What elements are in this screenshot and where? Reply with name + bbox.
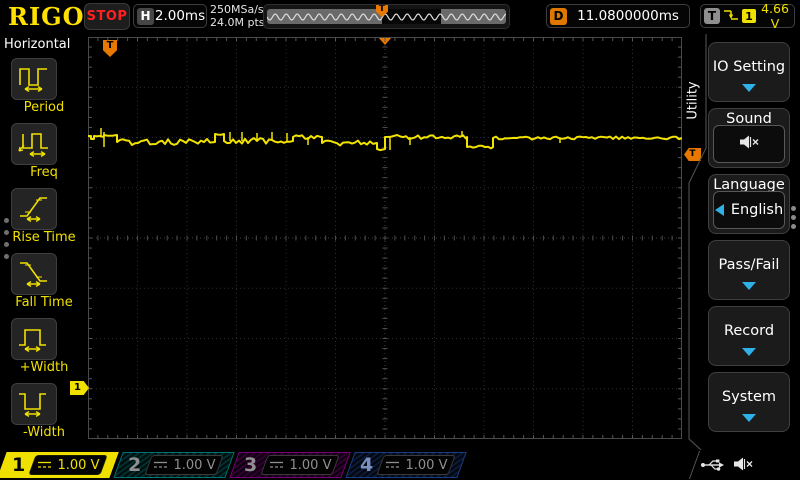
channel-number: 4 (360, 453, 373, 477)
delay-badge: D (550, 8, 567, 25)
menu-tab-utility: Utility (682, 50, 704, 150)
channel-scale-value: 1.00 V (174, 458, 216, 473)
left-page-indicator-dot (4, 254, 9, 259)
waveform-preview-bar[interactable]: T (263, 4, 510, 29)
language-value: English (731, 202, 783, 218)
menu-item-pass-fail[interactable]: Pass/Fail (708, 240, 790, 300)
fall-time-icon (17, 256, 51, 292)
left-menu-button-rise-time[interactable] (11, 188, 57, 230)
oscilloscope-screen: RIGOL STOP H 2.00ms 250MSa/s 24.0M pts T… (0, 0, 800, 480)
plus-width-icon (17, 321, 51, 357)
left-menu-button-period[interactable] (11, 58, 57, 100)
sound-toggle[interactable] (713, 125, 785, 163)
run-state-indicator[interactable]: STOP (84, 3, 130, 30)
left-menu-button--width[interactable] (11, 383, 57, 425)
minus-width-icon (17, 386, 51, 422)
left-menu-button-fall-time[interactable] (11, 253, 57, 295)
trigger-level-value: 4.66 V (756, 1, 794, 31)
statusbar-divider (689, 451, 700, 479)
left-page-indicator-dot (4, 242, 9, 247)
trigger-badge: T (704, 8, 720, 24)
language-selector[interactable]: English (713, 191, 785, 229)
left-menu-button--width[interactable] (11, 318, 57, 360)
channel-number: 2 (128, 453, 141, 477)
acquisition-info: 250MSa/s 24.0M pts (210, 3, 265, 29)
freq-icon (17, 127, 51, 161)
menu-item-sound[interactable]: Sound (708, 108, 790, 168)
menu-item-system[interactable]: System (708, 372, 790, 432)
channel-number: 3 (244, 453, 257, 477)
dc-coupling-icon (153, 458, 168, 473)
left-menu-title: Horizontal (4, 37, 70, 52)
left-menu-label: +Width (0, 360, 88, 375)
delay-group[interactable]: D 11.0800000ms (546, 4, 690, 28)
chevron-down-icon (742, 348, 756, 356)
channel-scale-value: 1.00 V (406, 458, 448, 473)
menu-item-label: System (709, 389, 789, 405)
trigger-group[interactable]: T 1 4.66 V (700, 4, 795, 28)
timebase-value: 2.00ms (154, 8, 206, 24)
chevron-down-icon (742, 414, 756, 422)
speaker-muted-icon (738, 134, 760, 154)
channel-tab-4[interactable]: 4 1.00 V (350, 452, 462, 478)
left-menu-label: -Width (0, 425, 88, 440)
menu-item-label: Record (709, 323, 789, 339)
right-page-indicator-dot (791, 224, 796, 229)
right-page-indicator-dot (791, 215, 796, 220)
rise-time-icon (17, 191, 51, 227)
status-icon-tray (700, 456, 754, 476)
left-menu-label: Freq (0, 165, 88, 180)
menu-item-record[interactable]: Record (708, 306, 790, 366)
speaker-muted-icon (732, 456, 754, 476)
chevron-down-icon (742, 84, 756, 92)
horizontal-timebase-group[interactable]: H 2.00ms (133, 4, 207, 28)
left-page-indicator-dot (4, 218, 9, 223)
chevron-down-icon (742, 282, 756, 290)
menu-item-label: Pass/Fail (709, 257, 789, 273)
channel-scale-value: 1.00 V (58, 458, 100, 473)
left-page-indicator-dot (4, 230, 9, 235)
channel-tab-2[interactable]: 2 1.00 V (118, 452, 230, 478)
channel-number: 1 (12, 453, 25, 477)
period-icon (17, 62, 51, 96)
sample-rate: 250MSa/s (210, 3, 265, 16)
channel-tab-1[interactable]: 1 1.00 V (2, 452, 114, 478)
trigger-channel-badge: 1 (742, 9, 756, 23)
graticule: T (88, 37, 682, 439)
chevron-left-icon (715, 204, 724, 216)
menu-item-label: IO Setting (709, 59, 789, 75)
left-menu-label: Rise Time (0, 230, 88, 245)
menu-item-language[interactable]: Language English (708, 174, 790, 234)
delay-value: 11.0800000ms (567, 8, 689, 24)
left-menu-label: Period (0, 100, 88, 115)
left-menu-label: Fall Time (0, 295, 88, 310)
channel1-ground-marker: 1 (70, 381, 89, 395)
right-page-indicator-dot (791, 206, 796, 211)
falling-edge-icon (723, 7, 739, 26)
dc-coupling-icon (385, 458, 400, 473)
horizontal-badge: H (137, 8, 154, 25)
memory-depth: 24.0M pts (210, 16, 265, 29)
ch1-waveform (88, 37, 682, 439)
usb-icon (700, 457, 726, 476)
channel-tab-3[interactable]: 3 1.00 V (234, 452, 346, 478)
channel-scale-value: 1.00 V (290, 458, 332, 473)
left-menu-button-freq[interactable] (11, 123, 57, 165)
dc-coupling-icon (269, 458, 284, 473)
menu-item-io-setting[interactable]: IO Setting (708, 42, 790, 102)
dc-coupling-icon (37, 458, 52, 473)
